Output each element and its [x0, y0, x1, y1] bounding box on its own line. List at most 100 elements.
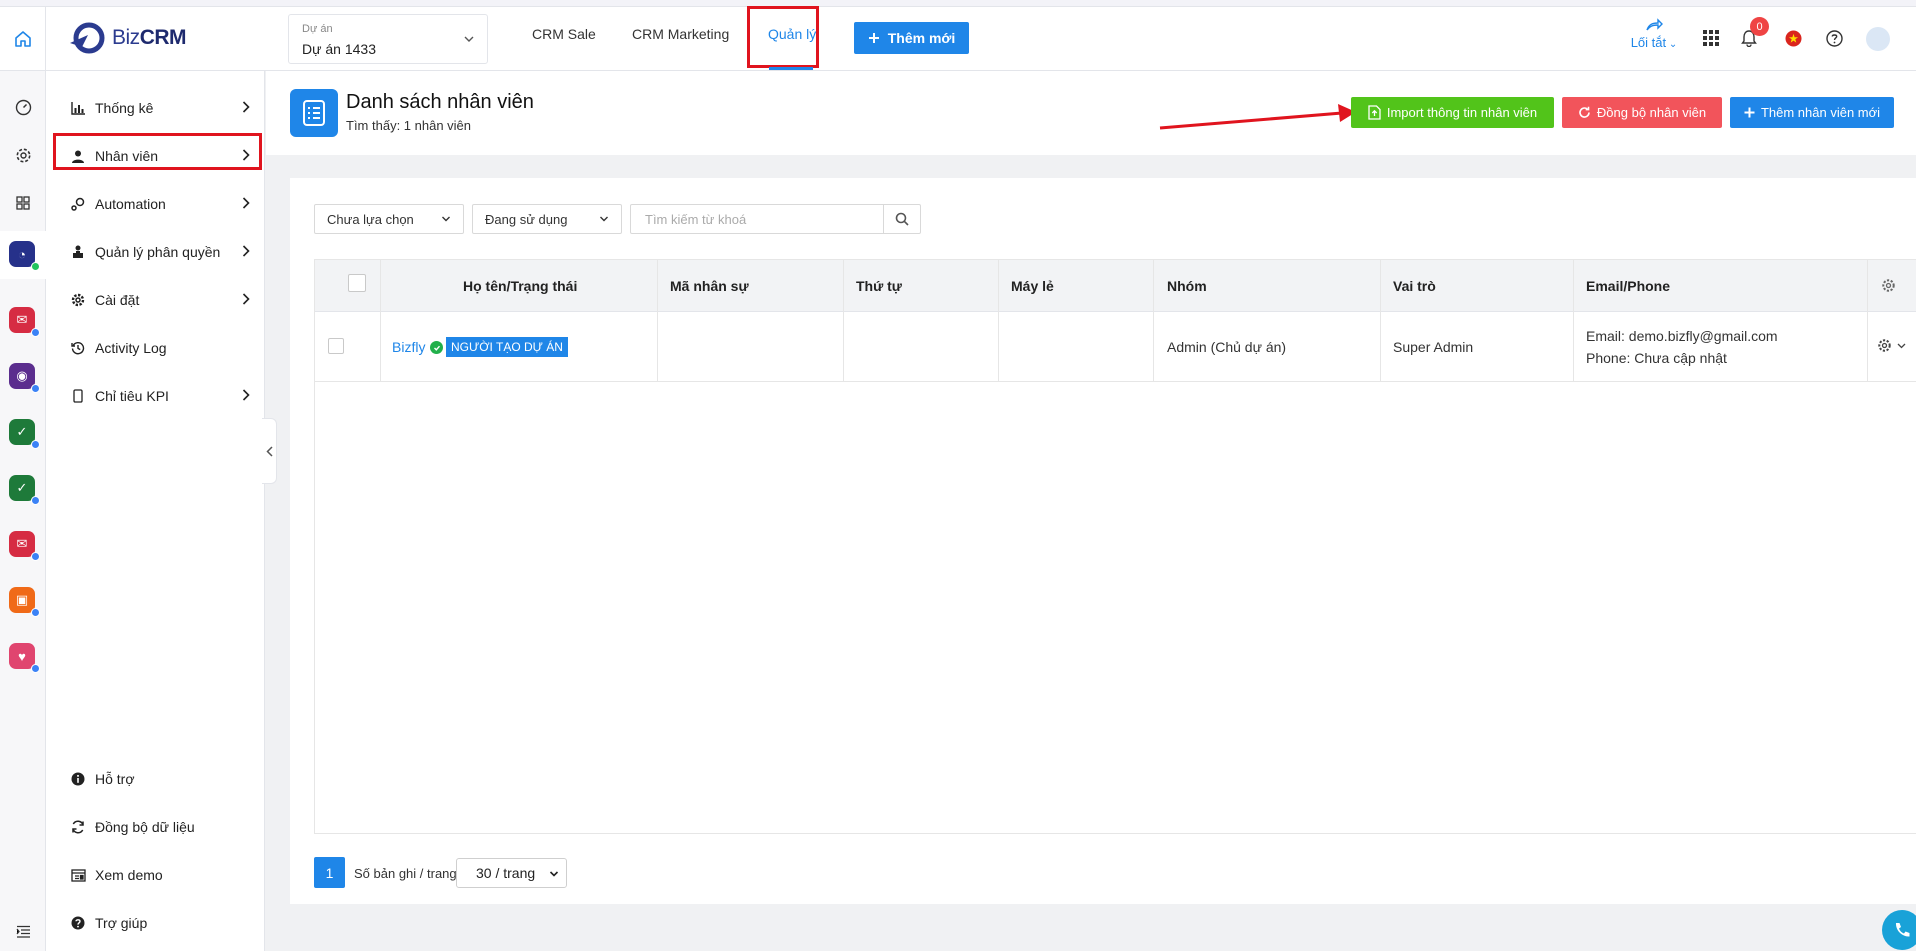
sidebar-item-kpi[interactable]: Chỉ tiêu KPI — [70, 384, 250, 408]
user-avatar[interactable] — [1866, 27, 1890, 51]
check2-icon: ✓ — [16, 480, 28, 495]
keyword-search-input[interactable]: Tìm kiếm từ khoá — [630, 204, 884, 234]
column-divider — [1573, 260, 1574, 382]
heart-icon: ♥ — [18, 648, 26, 664]
group-filter-select[interactable]: Chưa lựa chọn — [314, 204, 464, 234]
project-select[interactable]: Dự án Dự án 1433 — [288, 14, 488, 64]
column-header-order[interactable]: Thứ tự — [856, 260, 902, 312]
language-button[interactable] — [1783, 28, 1803, 48]
column-divider — [843, 260, 844, 382]
column-divider — [657, 260, 658, 382]
sidebar-item-activity-log[interactable]: Activity Log — [70, 336, 250, 360]
dashboard-button[interactable] — [10, 94, 36, 120]
shortcut-menu[interactable]: Lối tắt ⌄ — [1626, 18, 1682, 50]
question-circle-icon — [1825, 29, 1843, 47]
mail-app-icon[interactable]: ✉ — [9, 307, 40, 337]
row-checkbox[interactable] — [328, 338, 344, 354]
employee-role: Super Admin — [1393, 339, 1474, 355]
sync-employees-button[interactable]: Đồng bộ nhân viên — [1562, 97, 1722, 128]
sidebar-item-statistics[interactable]: Thống kê — [70, 96, 250, 120]
call-widget-button[interactable] — [1882, 910, 1916, 950]
column-header-extension[interactable]: Máy lẻ — [1011, 260, 1054, 312]
sync-label: Đồng bộ nhân viên — [1596, 105, 1707, 120]
shop-app-icon[interactable]: ▣ — [9, 587, 40, 617]
employee-name-link[interactable]: Bizfly — [392, 339, 425, 355]
column-settings-button[interactable] — [1881, 278, 1896, 296]
chevron-down-icon — [442, 216, 450, 222]
project-label: Dự án — [302, 23, 333, 35]
bizcrm-mark-icon: ◔ — [18, 246, 26, 262]
employee-email: Email: demo.bizfly@gmail.com — [1586, 328, 1778, 344]
chevron-down-icon: ⌄ — [1666, 39, 1678, 50]
task2-app-icon[interactable]: ✓ — [9, 475, 40, 505]
add-employee-button[interactable]: Thêm nhân viên mới — [1730, 97, 1894, 128]
info-icon — [70, 771, 86, 787]
task-app-icon[interactable]: ✓ — [9, 419, 40, 449]
list-document-icon — [290, 89, 338, 137]
sidebar-item-sync-data[interactable]: Đồng bộ dữ liệu — [70, 815, 250, 839]
sidebar-item-label: Cài đặt — [95, 292, 140, 308]
share-arrow-icon — [1646, 18, 1663, 31]
mail2-app-icon[interactable]: ✉ — [9, 531, 40, 561]
chevron-down-icon — [1897, 343, 1906, 348]
add-new-button[interactable]: Thêm mới — [854, 22, 969, 54]
apps-button[interactable] — [10, 190, 36, 216]
bizcrm-logo[interactable]: BizCRM — [68, 18, 187, 58]
column-header-name[interactable]: Họ tên/Trạng thái — [463, 260, 577, 312]
verified-check-icon — [430, 341, 443, 354]
bag-icon: ▣ — [15, 592, 29, 607]
speedometer-icon — [15, 99, 31, 115]
nav-crm-sale[interactable]: CRM Sale — [532, 26, 596, 42]
logo-mark-icon — [70, 22, 105, 54]
menu-toggle-button[interactable] — [10, 918, 36, 944]
notification-badge: 0 — [1750, 17, 1769, 36]
sidebar-item-permissions[interactable]: Quản lý phân quyền — [70, 240, 250, 264]
envelope2-icon: ✉ — [16, 536, 28, 551]
bot-app-icon[interactable]: ◉ — [9, 363, 40, 393]
per-page-select[interactable]: 30 / trang — [456, 858, 567, 888]
search-button[interactable] — [883, 204, 921, 234]
column-header-role[interactable]: Vai trò — [1393, 260, 1436, 312]
heart-app-icon[interactable]: ♥ — [9, 643, 40, 673]
column-header-contact[interactable]: Email/Phone — [1586, 260, 1670, 312]
import-employees-button[interactable]: Import thông tin nhân viên — [1351, 97, 1554, 128]
sidebar-item-label: Thống kê — [95, 100, 154, 116]
home-button[interactable] — [0, 7, 46, 71]
add-employee-label: Thêm nhân viên mới — [1760, 105, 1881, 120]
apps-grid-button[interactable] — [1701, 28, 1721, 48]
sidebar-item-support[interactable]: Hỗ trợ — [70, 767, 250, 791]
sidebar-item-settings[interactable]: Cài đặt — [70, 288, 250, 312]
row-actions-menu[interactable] — [1877, 338, 1906, 353]
per-page-label: Số bản ghi / trang — [354, 866, 457, 881]
settings-button[interactable] — [10, 142, 36, 168]
chevron-right-icon — [242, 245, 250, 257]
per-page-value: 30 / trang — [476, 865, 536, 881]
sidebar-item-employees[interactable]: Nhân viên — [70, 144, 250, 168]
nav-manage[interactable]: Quản lý — [768, 26, 816, 42]
sidebar-item-demo[interactable]: Xem demo — [70, 863, 250, 887]
sidebar-item-automation[interactable]: Automation — [70, 192, 250, 216]
chevron-down-icon — [464, 36, 474, 42]
select-all-checkbox[interactable] — [348, 274, 366, 292]
search-placeholder: Tìm kiếm từ khoá — [645, 211, 747, 227]
envelope-icon: ✉ — [16, 312, 28, 327]
import-label: Import thông tin nhân viên — [1386, 105, 1538, 120]
search-icon — [895, 212, 909, 226]
column-divider — [998, 260, 999, 382]
pagination-page-1[interactable]: 1 — [314, 857, 345, 888]
sidebar-collapse-button[interactable] — [262, 418, 277, 484]
plus-icon — [868, 33, 879, 43]
employee-group: Admin (Chủ dự án) — [1167, 339, 1287, 355]
help-button[interactable] — [1824, 28, 1844, 48]
gear-icon — [16, 148, 30, 162]
user-icon — [70, 148, 86, 164]
status-filter-select[interactable]: Đang sử dụng — [472, 204, 622, 234]
sidebar-item-help[interactable]: Trợ giúp — [70, 911, 250, 935]
column-header-group[interactable]: Nhóm — [1167, 260, 1207, 312]
column-header-code[interactable]: Mã nhân sự — [670, 260, 749, 312]
nav-crm-marketing[interactable]: CRM Marketing — [632, 26, 729, 42]
sidebar-item-label: Đồng bộ dữ liệu — [95, 819, 195, 835]
nav-active-underline — [769, 67, 813, 70]
bizcrm-app-icon[interactable]: ◔ — [9, 241, 40, 271]
chevron-right-icon — [242, 149, 250, 161]
